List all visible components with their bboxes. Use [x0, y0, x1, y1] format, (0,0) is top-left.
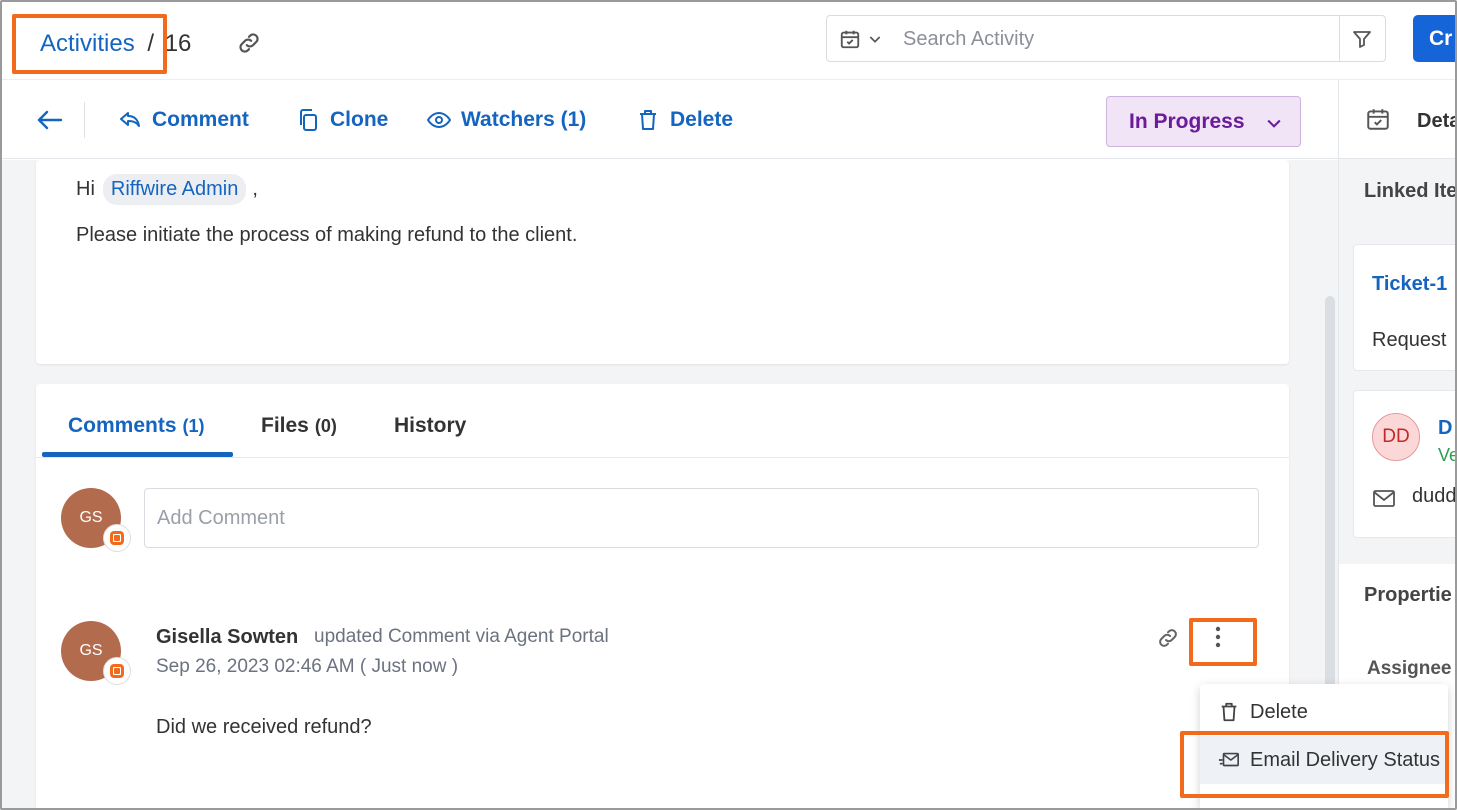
watchers-button-label: Watchers (1): [461, 108, 587, 131]
description-card: Hi Riffwire Admin , Please initiate the …: [36, 160, 1289, 364]
comment-author: Gisella Sowten: [156, 626, 299, 648]
toolbar-divider: [84, 102, 85, 138]
menu-item-delete[interactable]: Delete: [1200, 688, 1448, 736]
agent-badge-icon: [103, 657, 131, 685]
details-tab-label: Deta: [1417, 110, 1457, 132]
create-button[interactable]: Cr: [1413, 15, 1457, 62]
chevron-down-icon[interactable]: [867, 31, 883, 47]
comment-text: Did we received refund?: [156, 716, 372, 738]
search-divider: [1339, 16, 1340, 61]
linked-ticket-card: Ticket-1 Request: [1353, 244, 1457, 371]
greeting-text: Hi: [76, 178, 95, 200]
comment-action: updated Comment via Agent Portal: [314, 626, 609, 647]
greeting-comma: ,: [252, 178, 258, 200]
watchers-button[interactable]: Watchers (1): [427, 106, 586, 134]
tab-comments-label: Comments: [68, 414, 177, 437]
avatar: GS: [61, 488, 131, 552]
linked-items-title: Linked Ite: [1364, 180, 1457, 202]
comment-avatar-initials: GS: [79, 642, 103, 659]
delete-button[interactable]: Delete: [636, 106, 733, 134]
description-body: Please initiate the process of making re…: [76, 224, 578, 246]
tab-files-label: Files: [261, 414, 309, 437]
menu-item-delete-label: Delete: [1250, 700, 1308, 723]
record-number: 16: [164, 30, 192, 57]
description-greeting-line: Hi Riffwire Admin ,: [76, 174, 258, 205]
breadcrumb-activities-link[interactable]: Activities: [40, 30, 135, 57]
top-header: Activities / 16 Cr: [0, 0, 1457, 80]
activity-detail-pane: Hi Riffwire Admin , Please initiate the …: [0, 160, 1338, 810]
details-tab[interactable]: Deta: [1339, 80, 1457, 159]
tab-history-label: History: [394, 414, 467, 437]
tab-comments-count: (1): [182, 416, 205, 436]
more-options-icon[interactable]: [1206, 622, 1230, 652]
comment-timestamp: Sep 26, 2023 02:46 AM ( Just now ): [156, 656, 459, 677]
tab-bar: Comments (1) Files (0) History: [36, 384, 1289, 458]
clone-button-label: Clone: [330, 108, 389, 131]
menu-item-email-delivery-status-label: Email Delivery Status: [1250, 748, 1441, 771]
contact-subtitle: Ve: [1438, 445, 1457, 465]
agent-badge-icon: [103, 524, 131, 552]
clone-button[interactable]: Clone: [296, 106, 388, 134]
mail-icon: [1372, 487, 1396, 509]
assignee-label: Assignee: [1367, 658, 1452, 679]
trash-icon: [640, 110, 656, 130]
menu-item-email-delivery-status[interactable]: Email Delivery Status: [1200, 736, 1448, 784]
chevron-down-icon: [1267, 119, 1281, 128]
tab-history[interactable]: History: [394, 414, 466, 438]
add-comment-input[interactable]: [144, 488, 1259, 548]
filter-icon[interactable]: [1350, 27, 1374, 51]
email-send-icon: [1218, 752, 1239, 767]
contact-email: dudd: [1412, 485, 1457, 507]
comment-button-label: Comment: [152, 108, 249, 131]
tab-files-count: (0): [314, 416, 337, 436]
properties-title: Propertie: [1364, 584, 1452, 606]
calendar-icon[interactable]: [839, 28, 861, 50]
calendar-check-icon: [1367, 109, 1389, 130]
status-dropdown[interactable]: In Progress: [1106, 96, 1301, 147]
active-tab-indicator: [42, 452, 233, 457]
avatar-initials: GS: [79, 509, 103, 526]
comment-button[interactable]: Comment: [118, 106, 249, 134]
contact-avatar: DD: [1372, 413, 1420, 461]
trash-icon: [1221, 702, 1237, 722]
contact-name[interactable]: D: [1438, 417, 1452, 440]
delete-button-label: Delete: [670, 108, 734, 131]
status-value: In Progress: [1129, 110, 1245, 133]
comment-link-icon[interactable]: [1156, 626, 1180, 650]
comment-options-menu: Delete Email Delivery Status: [1200, 684, 1448, 810]
activity-tabs-card: Comments(1) Files(0) History GS GS Gisel…: [36, 384, 1289, 810]
search-bar: [826, 15, 1386, 62]
contact-card: DD D Ve dudd: [1353, 390, 1457, 538]
breadcrumb-separator: /: [147, 30, 155, 57]
back-arrow-icon[interactable]: [36, 108, 64, 132]
action-toolbar: Comment Clone Watchers (1) Delete In Pro…: [0, 80, 1338, 159]
clone-icon: [300, 109, 317, 131]
user-mention[interactable]: Riffwire Admin: [102, 174, 247, 205]
tab-files[interactable]: Files (0): [261, 414, 337, 438]
linked-ticket-link[interactable]: Ticket-1: [1372, 273, 1447, 296]
reply-icon: [120, 112, 140, 127]
copy-link-icon[interactable]: [236, 30, 262, 56]
comment-avatar: GS: [61, 621, 131, 685]
tab-comments[interactable]: Comments (1): [68, 414, 205, 438]
eye-icon: [427, 111, 451, 129]
linked-ticket-subtitle: Request: [1372, 329, 1447, 351]
search-input[interactable]: [903, 24, 1323, 54]
breadcrumb: Activities / 16: [40, 30, 191, 58]
